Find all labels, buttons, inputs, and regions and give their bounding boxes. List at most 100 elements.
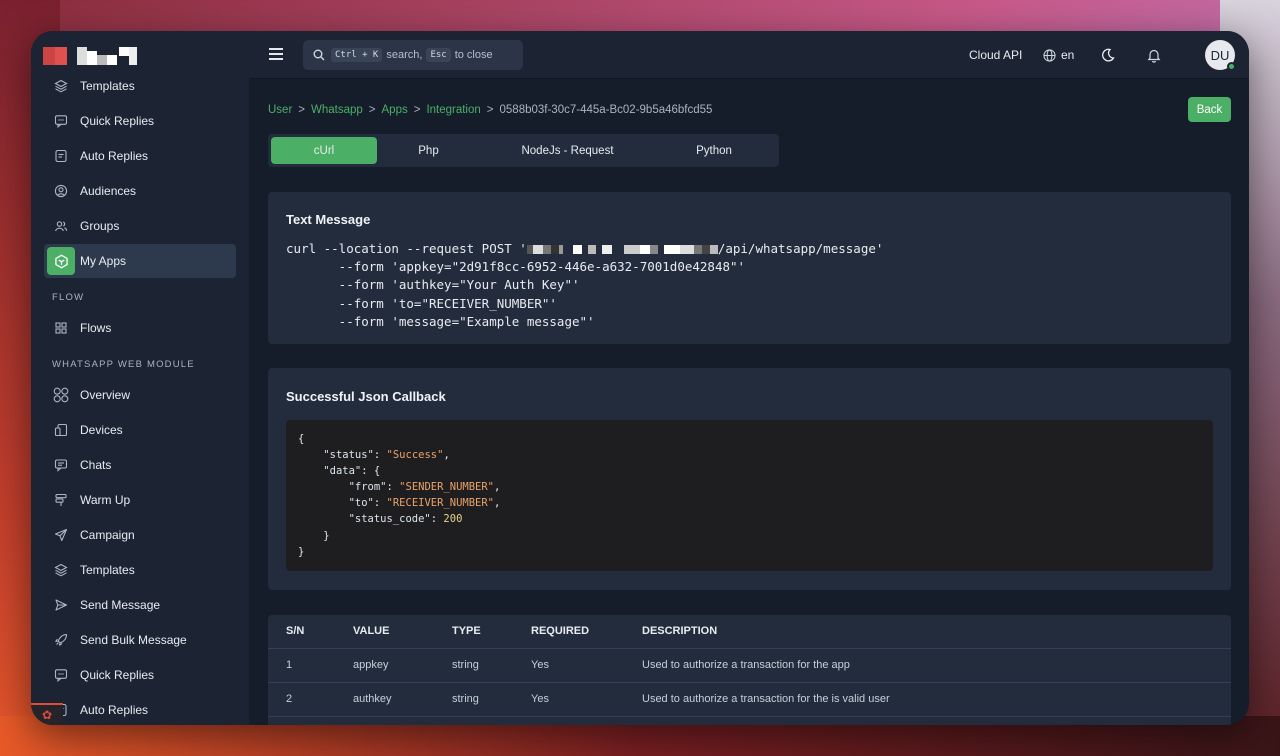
sidebar-item-chats[interactable]: Chats [44,448,236,482]
curl-line: curl --location --request POST ' [286,241,527,256]
sidebar-item-groups[interactable]: Groups [44,209,236,243]
user-avatar[interactable]: DU [1205,40,1236,71]
theme-toggle[interactable] [1101,31,1115,79]
sidebar-item-templates[interactable]: Templates [44,69,236,103]
section-label-flow: FLOW [52,292,85,303]
user-circle-icon [47,177,75,205]
devices-icon [47,416,75,444]
curl-line: /api/whatsapp/message' [717,241,884,256]
sidebar: Templates Quick Replies Auto Replies Audien… [31,31,249,725]
json-key: "to" [348,497,374,510]
column-header: REQUIRED [531,625,590,637]
language-selector[interactable]: en [1043,31,1074,79]
json-code-block: { "status": "Success", "data": { "from":… [286,420,1213,571]
message-reply-icon [47,661,75,689]
code-language-tabs: cUrl Php NodeJs - Request Python [268,134,779,167]
tab-python[interactable]: Python [656,137,772,164]
json-key: "from" [348,481,387,494]
sidebar-item-label: Groups [80,219,120,233]
sidebar-item-label: Devices [80,423,123,437]
redacted-url [526,241,718,256]
text-message-card: Text Message curl --location --request P… [268,192,1231,344]
breadcrumb-separator: > [368,104,376,116]
sidebar-item-label: Templates [80,79,135,93]
breadcrumb-current: 0588b03f-30c7-445a-Bc02-9b5a46bfcd55 [499,104,713,116]
esc-key: Esc [426,48,451,62]
menu-toggle-icon[interactable] [269,48,283,60]
sidebar-item-campaign[interactable]: Campaign [44,518,236,552]
search-hint: search, [386,49,423,61]
sidebar-item-label: Templates [80,563,135,577]
breadcrumb-whatsapp[interactable]: Whatsapp [311,104,363,116]
shortcut-key: Ctrl + K [331,48,383,62]
table-cell: authkey [353,693,392,705]
rocket-icon [47,626,75,654]
overview-icon [47,381,75,409]
tab-curl[interactable]: cUrl [271,137,377,164]
breadcrumb-separator: > [413,104,421,116]
json-callback-title: Successful Json Callback [286,389,446,404]
table-cell: string [452,693,479,705]
sidebar-item-label: Overview [80,388,131,402]
table-cell: Used to authorize a transaction for the … [642,659,850,671]
close-hint: to close [454,49,493,61]
curl-line: --form 'authkey="Your Auth Key"' [286,277,580,293]
sidebar-item-label: Flows [80,321,112,335]
json-key: "data" [323,465,362,478]
breadcrumb-user[interactable]: User [268,104,292,116]
brand-logo[interactable] [43,47,143,65]
text-message-title: Text Message [286,212,371,227]
sidebar-item-quick-replies[interactable]: Quick Replies [44,658,236,692]
framework-icon: ✿ [31,703,63,725]
moon-icon [1102,48,1115,62]
breadcrumb-separator: > [486,104,494,116]
layers-icon [47,72,75,100]
column-header: S/N [286,625,305,637]
sidebar-item-send-bulk-message[interactable]: Send Bulk Message [44,623,236,657]
sidebar-item-my-apps[interactable]: My Apps [44,244,236,278]
sidebar-item-warm-up[interactable]: Warm Up [44,483,236,517]
column-header: TYPE [452,625,481,637]
json-code: { "status": "Success", "data": { "from":… [298,433,501,558]
tab-nodejs-request[interactable]: NodeJs - Request [480,137,655,164]
curl-line: --form 'appkey="2d91f8cc-6952-446e-a632-… [286,259,746,275]
search-bar[interactable]: Ctrl + K search, Esc to close [303,40,523,70]
table-cell: 1 [286,659,293,671]
breadcrumb-apps[interactable]: Apps [382,104,408,116]
sidebar-item-overview[interactable]: Overview [44,378,236,412]
json-value: "Success" [386,449,444,462]
sidebar-item-label: Quick Replies [80,668,155,682]
json-value: "RECEIVER_NUMBER" [386,497,494,510]
sidebar-item-quick-replies[interactable]: Quick Replies [44,104,236,138]
sidebar-item-devices[interactable]: Devices [44,413,236,447]
sidebar-item-auto-replies[interactable]: Auto Replies [44,693,236,725]
sidebar-item-label: Audiences [80,184,137,198]
search-icon [313,49,325,61]
breadcrumb-integration[interactable]: Integration [426,104,480,116]
sidebar-item-label: Auto Replies [80,703,149,717]
message-auto-icon [47,142,75,170]
sidebar-item-send-message[interactable]: Send Message [44,588,236,622]
sidebar-item-label: My Apps [80,254,127,268]
sidebar-item-audiences[interactable]: Audiences [44,174,236,208]
sidebar-item-templates[interactable]: Templates [44,553,236,587]
column-header: DESCRIPTION [642,625,718,637]
back-button[interactable]: Back [1188,97,1231,122]
tab-php[interactable]: Php [378,137,479,164]
json-callback-card: Successful Json Callback { "status": "Su… [268,368,1231,590]
curl-line: --form 'message="Example message"' [286,313,595,329]
bell-icon [1147,49,1161,63]
avatar-initials: DU [1210,47,1230,63]
message-reply-icon [47,107,75,135]
curl-line: --form 'to="RECEIVER_NUMBER"' [286,295,557,311]
json-value: 200 [443,513,463,526]
sidebar-item-flows[interactable]: Flows [44,311,236,345]
notifications-button[interactable] [1147,31,1161,79]
cloud-api-link[interactable]: Cloud API [969,31,1022,79]
send-icon [47,521,75,549]
json-key: "status" [323,449,374,462]
sidebar-item-label: Quick Replies [80,114,155,128]
sidebar-item-auto-replies[interactable]: Auto Replies [44,139,236,173]
curl-code: curl --location --request POST ' /api/wha… [286,240,883,331]
table-cell: string [452,659,479,671]
